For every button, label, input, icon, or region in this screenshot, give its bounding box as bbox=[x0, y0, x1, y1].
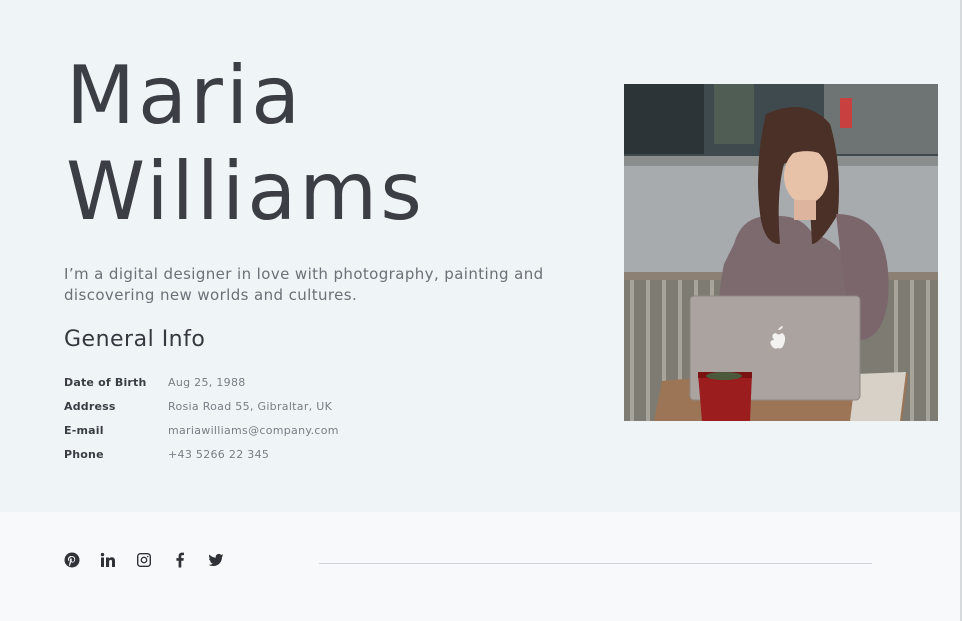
pinterest-icon[interactable] bbox=[62, 550, 82, 570]
general-info-title: General Info bbox=[64, 327, 206, 352]
intro-text: I’m a digital designer in love with phot… bbox=[64, 265, 544, 304]
info-value: Aug 25, 1988 bbox=[168, 375, 246, 389]
info-value: +43 5266 22 345 bbox=[168, 447, 270, 461]
footer-divider bbox=[319, 563, 872, 564]
social-links bbox=[62, 550, 242, 570]
profile-photo-illustration bbox=[624, 84, 938, 421]
instagram-icon[interactable] bbox=[134, 550, 154, 570]
general-info-list: Date of Birth Aug 25, 1988 Address Rosia… bbox=[64, 370, 339, 466]
info-label: Phone bbox=[64, 447, 104, 461]
info-label: Date of Birth bbox=[64, 375, 147, 389]
profile-name: Maria Williams bbox=[66, 48, 486, 240]
facebook-icon[interactable] bbox=[170, 550, 190, 570]
profile-photo bbox=[624, 84, 938, 421]
info-label: Address bbox=[64, 399, 116, 413]
last-name: Williams bbox=[66, 145, 425, 238]
info-value: Rosia Road 55, Gibraltar, UK bbox=[168, 399, 333, 413]
first-name: Maria bbox=[66, 49, 304, 142]
info-value[interactable]: mariawilliams@company.com bbox=[168, 424, 339, 437]
info-row-email: E-mail mariawilliams@company.com bbox=[64, 418, 339, 442]
linkedin-icon[interactable] bbox=[98, 550, 118, 570]
twitter-icon[interactable] bbox=[206, 550, 226, 570]
info-label: E-mail bbox=[64, 423, 104, 437]
info-row-phone: Phone +43 5266 22 345 bbox=[64, 442, 339, 466]
info-row-dob: Date of Birth Aug 25, 1988 bbox=[64, 370, 339, 394]
info-row-address: Address Rosia Road 55, Gibraltar, UK bbox=[64, 394, 339, 418]
